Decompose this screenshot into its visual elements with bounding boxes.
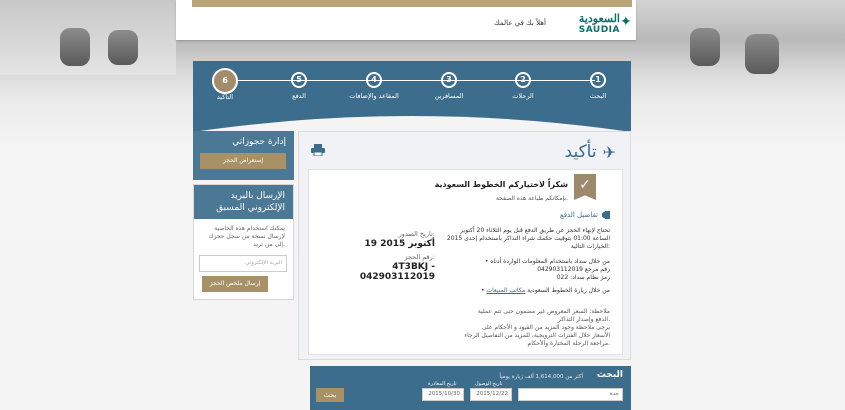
from-field[interactable]: جدة <box>518 388 623 401</box>
step-payment: 5 الدفع <box>269 72 329 100</box>
thanks-message: شكراً لاختياركم الخطوط السعودية <box>434 180 568 189</box>
greeting-text: أهلاً بك في عالمك <box>494 19 546 27</box>
step-seats: 4 المقاعد والإضافات <box>344 72 404 100</box>
logo-arabic: السعودية <box>578 12 620 25</box>
search-subtitle: أكثر من 1,614,000 ألف زيارة يومياً <box>499 374 583 380</box>
email-itinerary-box: الإرسال بالبريد الإلكتروني المسبق يمكنك … <box>193 184 294 300</box>
sales-offices-link[interactable]: مكاتب المبيعات <box>486 287 525 294</box>
step-passengers: 3 المسافرين <box>419 72 479 100</box>
header-gold-strip <box>192 0 632 7</box>
print-icon[interactable] <box>311 144 325 156</box>
seat-decoration <box>108 30 138 65</box>
option-sales-office: • من خلال زيارة الخطوط السعودية مكاتب ال… <box>481 287 610 294</box>
email-input[interactable]: البريد الإلكتروني <box>199 255 287 272</box>
tag-icon <box>602 211 610 219</box>
steps-curve-decoration <box>193 116 631 132</box>
seat-decoration <box>690 28 720 66</box>
print-note: بإمكانكم طباعة هذه الصفحة. <box>496 195 568 202</box>
fare-notes: ملاحظة: السعر المعروض غير مضمون حتى تتم … <box>464 308 610 347</box>
search-button[interactable]: بحث <box>316 388 344 402</box>
manage-booking-box: إدارة حجوزاتي إستعراض الحجز <box>193 131 294 180</box>
email-text: يمكنك استخدام هذه الخاصية لإرسال نسخة من… <box>208 225 285 248</box>
manage-title: إدارة حجوزاتي <box>232 137 286 147</box>
step-flights: 2 الرحلات <box>493 72 553 100</box>
return-date-label: تاريخ الوصول <box>475 381 503 387</box>
deadline-text: تحتاج لإنهاء الحجز عن طريق الدفع قبل يوم… <box>446 227 610 250</box>
payment-details-title: تفاصيل الدفع <box>560 211 610 219</box>
confirmation-card: ✓ شكراً لاختياركم الخطوط السعودية بإمكان… <box>308 169 623 355</box>
step-confirmation: 6 التأكيد <box>195 68 255 101</box>
plane-icon: ✈ <box>602 142 616 162</box>
issue-date: تاريخ الصدور: 19 أكتوبر 2015 <box>364 230 435 249</box>
saudia-logo[interactable]: السعودية SAUDIA ✦ <box>556 12 634 35</box>
search-title: البحث <box>596 370 623 380</box>
seat-decoration <box>745 34 779 74</box>
view-booking-button[interactable]: إستعراض الحجز <box>200 153 286 169</box>
option-sadad: • من خلال سداد باستخدام المعلومات الوارد… <box>484 258 610 281</box>
return-date-field[interactable]: 2015/12/22 <box>470 388 512 401</box>
seat-decoration <box>60 28 90 66</box>
send-summary-button[interactable]: إرسال ملخص الحجز <box>202 276 268 292</box>
depart-date-field[interactable]: 2015/10/30 <box>422 388 464 401</box>
logo-english: SAUDIA <box>578 25 620 35</box>
checkmark-icon: ✓ <box>574 174 596 200</box>
booking-reference: رقم الحجز: 4T3BKJ - 042903112019 <box>359 253 435 282</box>
confirmation-panel: تأكيد ✈ ✓ شكراً لاختياركم الخطوط السعودي… <box>298 131 631 360</box>
email-title: الإرسال بالبريد الإلكتروني المسبق <box>194 185 293 219</box>
step-search: 1 البحث <box>568 72 628 100</box>
search-bar: البحث أكثر من 1,614,000 ألف زيارة يومياً… <box>310 366 631 410</box>
palm-swords-icon: ✦ <box>620 14 632 30</box>
page-title: تأكيد ✈ <box>564 142 616 162</box>
depart-date-label: تاريخ المغادرة <box>428 381 457 387</box>
